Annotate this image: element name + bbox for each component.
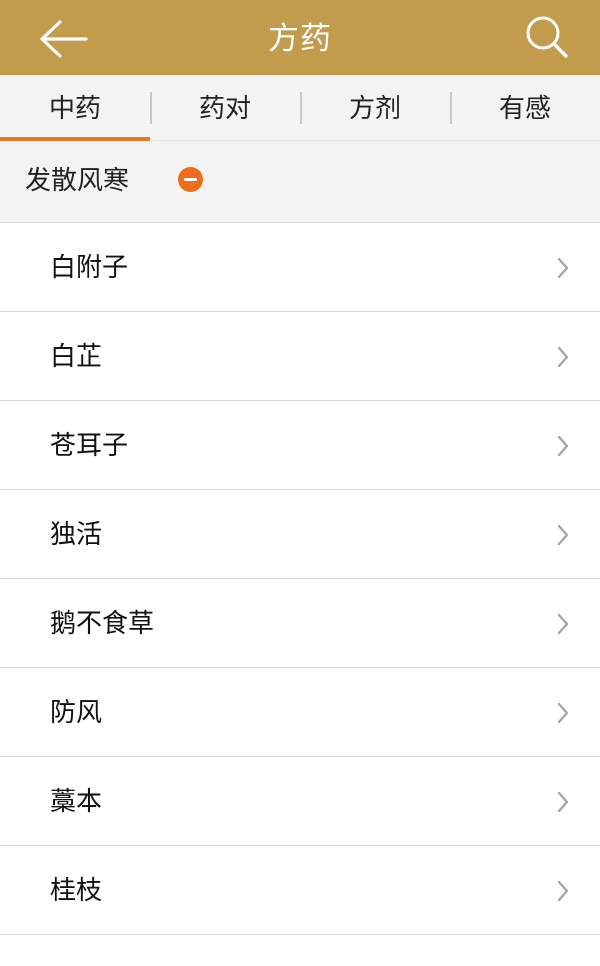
list-item[interactable]: 桂枝 bbox=[0, 846, 600, 935]
list-item[interactable]: 独活 bbox=[0, 490, 600, 579]
list-item-label: 白芷 bbox=[50, 342, 103, 372]
list-item-label: 独活 bbox=[50, 520, 103, 550]
list-item-label: 藁本 bbox=[50, 787, 103, 817]
chevron-right-icon bbox=[557, 613, 569, 635]
list-item[interactable]: 藁本 bbox=[0, 757, 600, 846]
list-item-label: 苍耳子 bbox=[50, 431, 129, 461]
list-item[interactable]: 白芷 bbox=[0, 312, 600, 401]
herb-list: 白附子 白芷 苍耳子 独活 鹅不食草 防风 藁本 桂枝 bbox=[0, 223, 600, 935]
chevron-right-icon bbox=[557, 435, 569, 457]
page-title: 方药 bbox=[268, 21, 332, 57]
tab-fangji[interactable]: 方剂 bbox=[300, 75, 450, 140]
chevron-right-icon bbox=[557, 791, 569, 813]
tab-bar: 中药 药对 方剂 有感 bbox=[0, 75, 600, 141]
tab-yougan[interactable]: 有感 bbox=[450, 75, 600, 140]
top-bar: 方药 bbox=[0, 0, 600, 75]
list-item[interactable]: 防风 bbox=[0, 668, 600, 757]
list-item-label: 防风 bbox=[50, 698, 103, 728]
app-root: 方药 中药 药对 方剂 有感 发散风寒 白附子 白芷 苍耳子 独活 鹅不食草 防… bbox=[0, 0, 600, 966]
chevron-right-icon bbox=[557, 524, 569, 546]
minus-circle-icon[interactable] bbox=[178, 167, 203, 192]
tab-zhongyao[interactable]: 中药 bbox=[0, 75, 150, 141]
list-item-label: 桂枝 bbox=[50, 876, 103, 906]
list-item-label: 白附子 bbox=[50, 253, 129, 283]
tab-yaodui[interactable]: 药对 bbox=[150, 75, 300, 140]
chevron-right-icon bbox=[557, 702, 569, 724]
search-icon bbox=[526, 16, 568, 58]
list-item[interactable]: 白附子 bbox=[0, 223, 600, 312]
chevron-right-icon bbox=[557, 257, 569, 279]
arrow-left-icon bbox=[40, 20, 88, 58]
list-item[interactable]: 苍耳子 bbox=[0, 401, 600, 490]
list-item-label: 鹅不食草 bbox=[50, 609, 155, 639]
category-header[interactable]: 发散风寒 bbox=[0, 141, 600, 223]
category-title: 发散风寒 bbox=[25, 166, 130, 196]
chevron-right-icon bbox=[557, 346, 569, 368]
list-item[interactable]: 鹅不食草 bbox=[0, 579, 600, 668]
search-button[interactable] bbox=[520, 12, 574, 62]
chevron-right-icon bbox=[557, 880, 569, 902]
back-button[interactable] bbox=[36, 18, 90, 60]
